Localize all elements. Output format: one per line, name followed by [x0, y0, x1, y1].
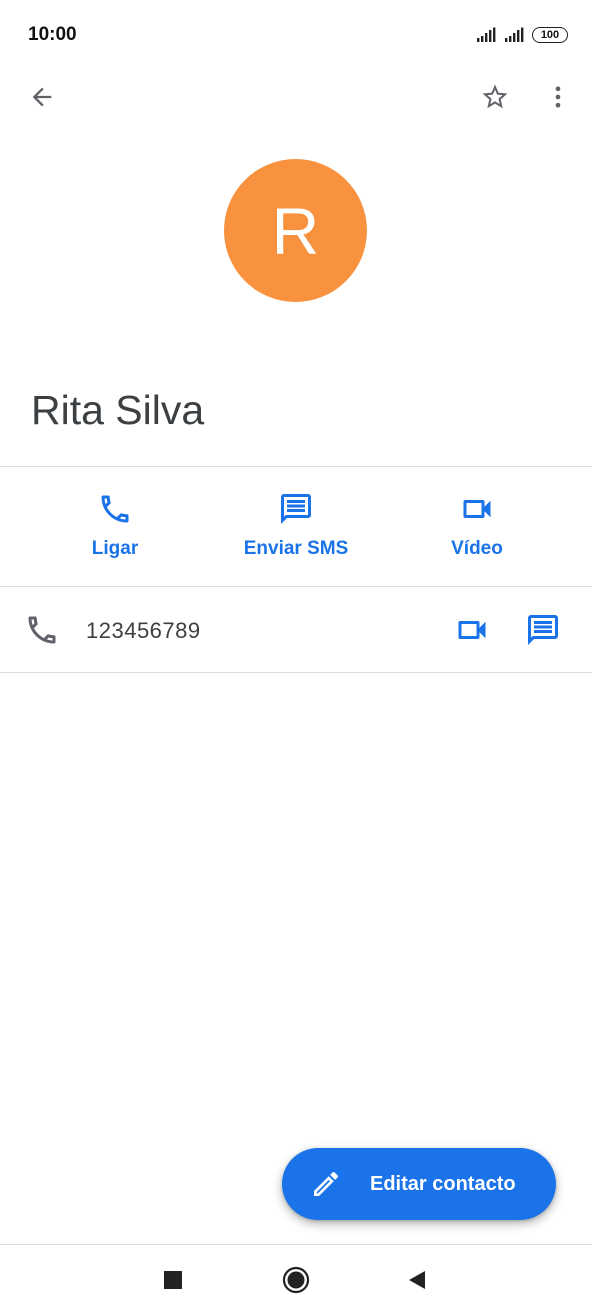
video-action-label: Vídeo [451, 538, 503, 559]
divider [0, 672, 592, 673]
status-icons: 100 [476, 24, 568, 46]
circle-icon [282, 1266, 310, 1294]
call-action-label: Ligar [91, 538, 139, 559]
send-message-button[interactable] [521, 608, 565, 652]
triangle-back-icon [409, 1271, 425, 1289]
video-call-button[interactable] [450, 608, 494, 652]
avatar: R [224, 159, 367, 302]
phone-icon [101, 495, 129, 523]
more-options-button[interactable] [536, 75, 580, 119]
nav-back-button[interactable] [395, 1258, 439, 1302]
home-button[interactable] [274, 1258, 318, 1302]
recents-button[interactable] [151, 1258, 195, 1302]
star-outline-icon [482, 84, 508, 109]
sms-action-button[interactable]: Enviar SMS [206, 490, 386, 570]
contact-name: Rita Silva [31, 387, 205, 433]
more-vert-icon [555, 86, 561, 108]
divider [0, 466, 592, 467]
divider [0, 586, 592, 587]
arrow-back-icon [32, 87, 52, 107]
message-icon [528, 615, 558, 645]
phone-number: 123456789 [86, 618, 201, 643]
edit-contact-button[interactable]: Editar contacto [282, 1148, 556, 1220]
message-icon [281, 494, 311, 524]
videocam-icon [458, 621, 486, 639]
status-time: 10:00 [28, 24, 77, 45]
battery-indicator: 100 [532, 27, 568, 43]
avatar-initial: R [271, 193, 320, 268]
phone-icon [28, 616, 56, 644]
phone-number-row[interactable]: 123456789 [0, 590, 592, 672]
call-action-button[interactable]: Ligar [25, 490, 205, 570]
signal-icon [477, 27, 496, 42]
videocam-icon [463, 500, 491, 518]
favorite-button[interactable] [473, 75, 517, 119]
nav-divider [0, 1244, 592, 1245]
signal-icon-2 [505, 27, 524, 42]
video-action-button[interactable]: Vídeo [387, 490, 567, 570]
phone-row-icon-wrap [24, 612, 60, 653]
square-icon [164, 1271, 182, 1289]
sms-action-label: Enviar SMS [243, 538, 349, 559]
edit-pencil-icon [314, 1172, 339, 1196]
back-button[interactable] [20, 75, 64, 119]
edit-contact-label: Editar contacto [370, 1173, 516, 1195]
